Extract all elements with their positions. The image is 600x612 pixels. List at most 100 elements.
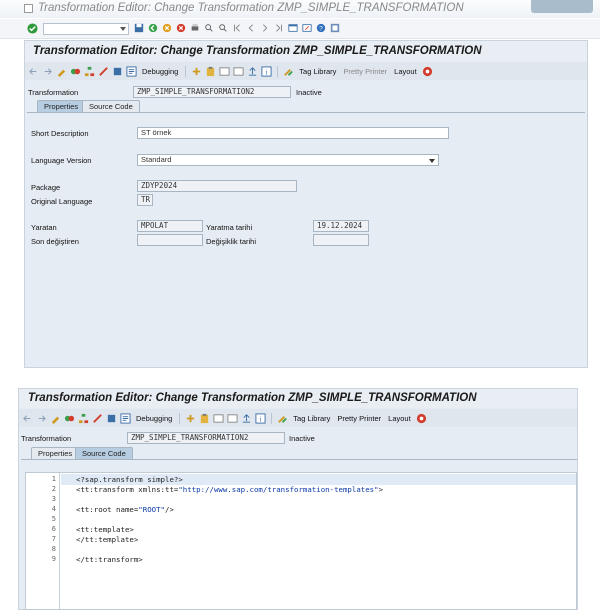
back-arrow-icon[interactable] bbox=[22, 413, 33, 424]
application-toolbar: Debugging i Tag Library Pretty Printer L… bbox=[25, 62, 587, 80]
title-bar: Transformation Editor: Change Transforma… bbox=[0, 0, 600, 18]
tag-library-icon[interactable] bbox=[283, 66, 294, 77]
help-icon[interactable]: ? bbox=[316, 23, 327, 34]
changed-on-field bbox=[313, 234, 369, 246]
code-text: <?sap.transform simple?> <tt:transform x… bbox=[76, 475, 576, 605]
pretty-printer-button[interactable]: Pretty Printer bbox=[337, 414, 381, 423]
shortcut-icon[interactable] bbox=[302, 23, 313, 34]
short-description-input[interactable]: ST örnek bbox=[137, 127, 449, 139]
bottom-editor-panel: Transformation Editor: Change Transforma… bbox=[18, 388, 578, 610]
short-description-label: Short Description bbox=[31, 129, 89, 138]
application-toolbar: Debugging i Tag Library Pretty Printer L… bbox=[19, 409, 577, 427]
settings-icon[interactable] bbox=[416, 413, 427, 424]
tab-properties[interactable]: Properties bbox=[31, 447, 80, 459]
debugging-button[interactable]: Debugging bbox=[142, 67, 178, 76]
tag-library-icon[interactable] bbox=[277, 413, 288, 424]
debugging-button[interactable]: Debugging bbox=[136, 414, 172, 423]
pretty-printer-button[interactable]: Pretty Printer bbox=[343, 67, 387, 76]
original-language-label: Original Language bbox=[31, 197, 93, 206]
print-icon[interactable] bbox=[190, 23, 201, 34]
where-used-icon[interactable] bbox=[191, 66, 202, 77]
layout-button[interactable]: Layout bbox=[388, 414, 411, 423]
debugging-icon[interactable] bbox=[120, 412, 131, 424]
editor-panel: Transformation Editor: Change Transforma… bbox=[24, 40, 588, 368]
display-change-icon[interactable] bbox=[56, 66, 67, 77]
tab-properties[interactable]: Properties bbox=[37, 100, 86, 112]
svg-text:i: i bbox=[260, 414, 262, 423]
tag-library-button[interactable]: Tag Library bbox=[299, 67, 336, 76]
layout-button[interactable]: Layout bbox=[394, 67, 417, 76]
package-label: Package bbox=[31, 183, 61, 192]
hierarchy-icon[interactable] bbox=[78, 413, 89, 424]
line-number-gutter: 1 2 3 4 5 6 7 8 9 bbox=[26, 473, 60, 609]
code-line: <?sap.transform simple?> bbox=[76, 475, 183, 484]
customize-layout-icon[interactable] bbox=[330, 23, 341, 34]
status-text: Inactive bbox=[296, 88, 322, 97]
clipboard-icon[interactable] bbox=[199, 413, 210, 424]
line-number: 5 bbox=[51, 515, 56, 523]
info-icon[interactable]: i bbox=[255, 412, 266, 424]
find-icon[interactable] bbox=[204, 23, 215, 34]
code-line: <tt:root name="ROOT"/> bbox=[76, 505, 174, 515]
check-icon[interactable] bbox=[92, 413, 103, 424]
forward-arrow-icon[interactable] bbox=[36, 413, 47, 424]
created-on-field: 19.12.2024 bbox=[313, 220, 369, 232]
toolbar-separator bbox=[179, 412, 181, 424]
display-change-icon[interactable] bbox=[50, 413, 61, 424]
back-arrow-icon[interactable] bbox=[28, 66, 39, 77]
code-line: <tt:template> bbox=[76, 525, 134, 534]
prev-page-icon[interactable] bbox=[246, 23, 257, 34]
code-token: <tt:root name= bbox=[76, 505, 139, 514]
upload-icon[interactable] bbox=[247, 66, 258, 77]
upload-icon[interactable] bbox=[241, 413, 252, 424]
language-version-select[interactable]: Standard bbox=[137, 154, 439, 166]
find-next-icon[interactable] bbox=[218, 23, 229, 34]
activate-icon[interactable] bbox=[106, 413, 117, 424]
created-by-field: MPOLAT bbox=[137, 220, 203, 232]
transformation-name-field: ZMP_SIMPLE_TRANSFORMATION2 bbox=[127, 432, 285, 444]
settings-icon[interactable] bbox=[422, 66, 433, 77]
block-icon[interactable] bbox=[233, 66, 244, 77]
tag-library-button[interactable]: Tag Library bbox=[293, 414, 330, 423]
window-controls[interactable] bbox=[531, 0, 593, 13]
original-language-field: TR bbox=[137, 194, 153, 206]
forward-arrow-icon[interactable] bbox=[42, 66, 53, 77]
last-page-icon[interactable] bbox=[274, 23, 285, 34]
code-line: <tt:transform xmlns:tt="http://www.sap.c… bbox=[76, 485, 383, 495]
where-used-icon[interactable] bbox=[185, 413, 196, 424]
code-editor[interactable]: 1 2 3 4 5 6 7 8 9 <?sap.transform simple… bbox=[25, 472, 577, 610]
other-object-icon[interactable] bbox=[70, 66, 81, 77]
display-object-list-icon[interactable] bbox=[219, 66, 230, 77]
hierarchy-icon[interactable] bbox=[84, 66, 95, 77]
cancel-icon[interactable] bbox=[176, 23, 187, 34]
next-page-icon[interactable] bbox=[260, 23, 271, 34]
enter-check-icon[interactable] bbox=[27, 23, 38, 34]
display-object-list-icon[interactable] bbox=[213, 413, 224, 424]
chevron-down-icon bbox=[120, 27, 126, 31]
line-number: 8 bbox=[51, 545, 56, 553]
toolbar-separator bbox=[271, 412, 273, 424]
changed-on-label: Değişiklik tarihi bbox=[206, 237, 257, 246]
line-number: 9 bbox=[51, 555, 56, 563]
line-number: 7 bbox=[51, 535, 56, 543]
info-icon[interactable]: i bbox=[261, 65, 272, 77]
other-object-icon[interactable] bbox=[64, 413, 75, 424]
debugging-icon[interactable] bbox=[126, 65, 137, 77]
tab-source-code[interactable]: Source Code bbox=[82, 100, 140, 112]
screen-title: Transformation Editor: Change Transforma… bbox=[33, 45, 482, 57]
back-icon[interactable] bbox=[148, 23, 159, 34]
line-number: 4 bbox=[51, 505, 56, 513]
check-icon[interactable] bbox=[98, 66, 109, 77]
new-session-icon[interactable] bbox=[288, 23, 299, 34]
first-page-icon[interactable] bbox=[232, 23, 243, 34]
created-on-label: Yaratma tarihi bbox=[206, 223, 253, 232]
command-field[interactable] bbox=[43, 23, 129, 35]
clipboard-icon[interactable] bbox=[205, 66, 216, 77]
tab-source-code[interactable]: Source Code bbox=[75, 447, 133, 459]
block-icon[interactable] bbox=[227, 413, 238, 424]
activate-icon[interactable] bbox=[112, 66, 123, 77]
status-text: Inactive bbox=[289, 434, 315, 443]
save-icon[interactable] bbox=[134, 23, 145, 34]
screen-title: Transformation Editor: Change Transforma… bbox=[28, 392, 477, 404]
exit-icon[interactable] bbox=[162, 23, 173, 34]
